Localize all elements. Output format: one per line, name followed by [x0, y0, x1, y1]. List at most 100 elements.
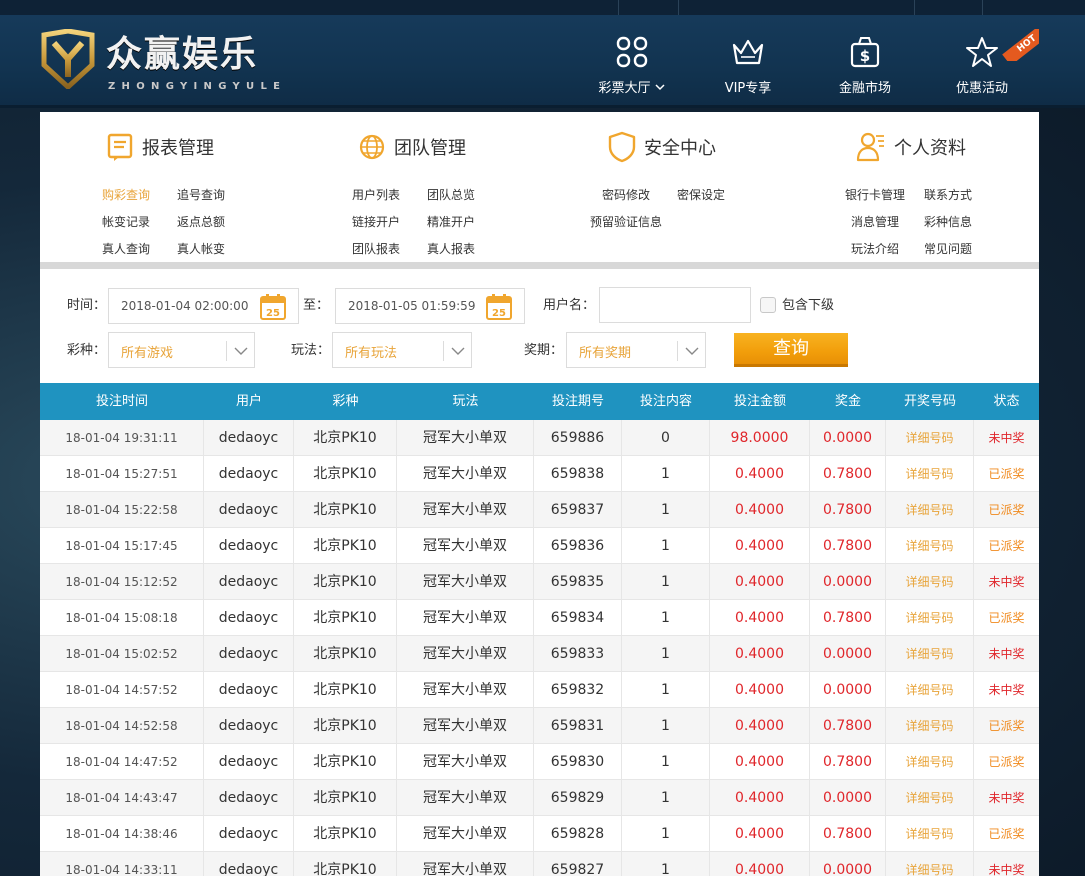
link-faq[interactable]: 常见问题	[924, 242, 972, 256]
play-select-value: 所有玩法	[345, 346, 398, 361]
nav-label: VIP专享	[724, 81, 772, 96]
game-select[interactable]: 所有游戏	[108, 332, 255, 368]
cell-status: 已派奖	[988, 539, 1025, 553]
link-bank-card[interactable]: 银行卡管理	[845, 188, 905, 202]
cell-prize: 0.0000	[810, 672, 886, 708]
cell-bet-time: 18-01-04 14:33:11	[40, 852, 204, 876]
start-time-value: 2018-01-04 02:00:00	[121, 299, 249, 313]
cell-draw-number[interactable]: 详细号码	[886, 708, 974, 744]
include-sub-label[interactable]: 包含下级	[782, 298, 834, 314]
top-strip-segment	[914, 0, 982, 15]
link-rebate-total[interactable]: 返点总额	[177, 215, 225, 229]
nav-finance[interactable]: $ 金融市场	[810, 35, 920, 101]
table-row: 18-01-04 14:33:11 dedaoyc 北京PK10 冠军大小单双 6598…	[40, 852, 1039, 876]
link-contact[interactable]: 联系方式	[924, 188, 972, 202]
cell-play: 冠军大小单双	[397, 528, 534, 564]
game-label: 彩种：	[67, 343, 107, 358]
cell-play: 冠军大小单双	[397, 420, 534, 456]
cell-prize: 0.7800	[810, 528, 886, 564]
cell-content: 1	[622, 816, 710, 852]
link-link-register[interactable]: 链接开户	[352, 215, 400, 229]
link-security-question[interactable]: 密保设定	[677, 188, 725, 202]
link-game-info[interactable]: 彩种信息	[924, 215, 972, 229]
nav-label: 优惠活动	[955, 81, 1008, 96]
link-user-list[interactable]: 用户列表	[352, 188, 400, 202]
menu-security-header[interactable]: 安全中心	[608, 130, 808, 164]
cell-bet-time: 18-01-04 14:38:46	[40, 816, 204, 852]
cell-issue: 659837	[534, 492, 622, 528]
cell-draw-number[interactable]: 详细号码	[886, 420, 974, 456]
menu-reports-header[interactable]: 报表管理	[106, 130, 306, 164]
nav-label: 金融市场	[838, 81, 891, 96]
table-row: 18-01-04 15:12:52 dedaoyc 北京PK10 冠军大小单双 6598…	[40, 564, 1039, 600]
cell-draw-number[interactable]: 详细号码	[886, 852, 974, 876]
cell-draw-number[interactable]: 详细号码	[886, 564, 974, 600]
column-header: 用户	[235, 394, 262, 409]
play-select[interactable]: 所有玩法	[332, 332, 472, 368]
menu-profile-header[interactable]: 个人资料	[856, 130, 1039, 164]
include-sub-checkbox[interactable]	[760, 297, 776, 313]
cell-draw-number[interactable]: 详细号码	[886, 744, 974, 780]
calendar-day: 25	[266, 308, 280, 319]
query-button[interactable]: 查询	[734, 333, 848, 367]
menu-team-header[interactable]: 团队管理	[358, 130, 558, 164]
menu-title: 安全中心	[644, 138, 716, 159]
cell-content: 1	[622, 528, 710, 564]
cell-draw-number[interactable]: 详细号码	[886, 636, 974, 672]
site-logo[interactable]: 众赢娱乐 ZHONGYINGYULE	[40, 29, 280, 93]
calendar-icon[interactable]: 25	[260, 293, 286, 321]
calendar-icon[interactable]: 25	[486, 293, 512, 321]
link-precise-register[interactable]: 精准开户	[427, 215, 475, 229]
column-header: 状态	[993, 394, 1020, 409]
cell-draw-number[interactable]: 详细号码	[886, 600, 974, 636]
cell-status: 已派奖	[988, 827, 1025, 841]
cell-prize: 0.0000	[810, 636, 886, 672]
link-team-report[interactable]: 团队报表	[352, 242, 400, 256]
cell-game: 北京PK10	[294, 708, 397, 744]
column-header: 开奖号码	[903, 394, 956, 409]
cell-draw-number[interactable]: 详细号码	[886, 780, 974, 816]
cell-game: 北京PK10	[294, 420, 397, 456]
link-team-overview[interactable]: 团队总览	[427, 188, 475, 202]
link-messages[interactable]: 消息管理	[851, 215, 899, 229]
nav-lottery-hall[interactable]: 彩票大厅	[577, 35, 687, 101]
link-play-intro[interactable]: 玩法介绍	[851, 242, 899, 256]
link-chase-query[interactable]: 追号查询	[177, 188, 225, 202]
section-divider	[40, 262, 1039, 269]
link-live-account[interactable]: 真人帐变	[177, 242, 225, 256]
end-time-field[interactable]: 2018-01-05 01:59:59 25	[335, 288, 525, 324]
cell-prize: 0.0000	[810, 780, 886, 816]
money-bag-icon: $	[850, 37, 880, 68]
end-time-value: 2018-01-05 01:59:59	[348, 299, 476, 313]
link-live-report[interactable]: 真人报表	[427, 242, 475, 256]
cell-prize: 0.7800	[810, 744, 886, 780]
table-row: 18-01-04 14:38:46 dedaoyc 北京PK10 冠军大小单双 6598…	[40, 816, 1039, 852]
cell-draw-number[interactable]: 详细号码	[886, 528, 974, 564]
column-header: 投注内容	[639, 394, 692, 409]
cell-draw-number[interactable]: 详细号码	[886, 456, 974, 492]
cell-user: dedaoyc	[204, 708, 294, 744]
column-header: 奖金	[834, 394, 861, 409]
link-live-query[interactable]: 真人查询	[102, 242, 150, 256]
cell-bet-time: 18-01-04 15:17:45	[40, 528, 204, 564]
prize-select[interactable]: 所有奖期	[566, 332, 706, 368]
cell-status: 未中奖	[988, 863, 1025, 876]
cell-status: 已派奖	[988, 611, 1025, 625]
link-reserved-info[interactable]: 预留验证信息	[590, 215, 662, 229]
cell-amount: 98.0000	[710, 420, 810, 456]
start-time-field[interactable]: 2018-01-04 02:00:00 25	[108, 288, 299, 324]
username-input[interactable]	[599, 287, 751, 323]
cell-draw-number[interactable]: 详细号码	[886, 672, 974, 708]
link-password-change[interactable]: 密码修改	[602, 188, 650, 202]
top-strip	[0, 0, 1085, 15]
nav-vip[interactable]: VIP专享	[693, 35, 803, 101]
link-bet-query[interactable]: 购彩查询	[102, 188, 150, 202]
brand-name: 众赢娱乐	[106, 34, 259, 75]
cell-status: 已派奖	[988, 719, 1025, 733]
cell-user: dedaoyc	[204, 672, 294, 708]
cell-draw-number[interactable]: 详细号码	[886, 492, 974, 528]
cell-draw-number[interactable]: 详细号码	[886, 816, 974, 852]
link-account-changes[interactable]: 帐变记录	[102, 215, 150, 229]
cell-amount: 0.4000	[710, 708, 810, 744]
cell-user: dedaoyc	[204, 780, 294, 816]
